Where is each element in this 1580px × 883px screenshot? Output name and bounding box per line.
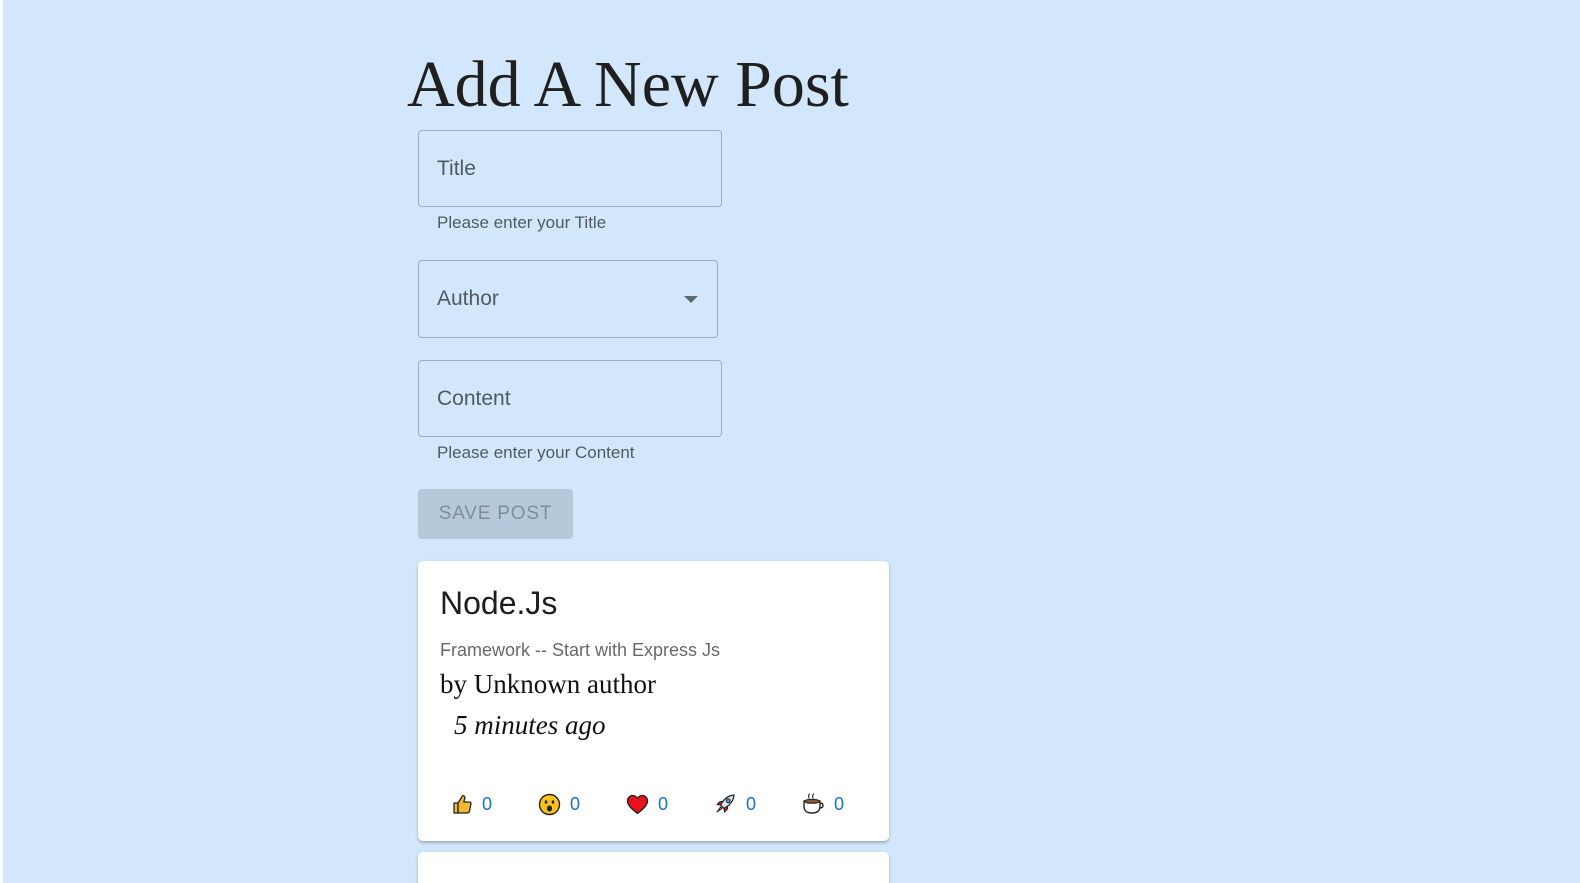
coffee-reaction-button[interactable]: 0 bbox=[801, 791, 844, 817]
thumbs-up-count: 0 bbox=[482, 793, 493, 814]
post-excerpt: Framework -- Start with Express Js bbox=[440, 640, 721, 660]
post-card bbox=[418, 852, 889, 883]
title-input[interactable]: Title bbox=[418, 130, 722, 207]
post-author: by Unknown author bbox=[440, 669, 656, 699]
rocket-reaction-button[interactable]: 0 bbox=[713, 791, 756, 817]
thumbs-up-reaction-button[interactable]: 0 bbox=[451, 791, 492, 817]
post-timestamp-text: 5 minutes ago bbox=[454, 710, 606, 740]
app-viewport: Add A New Post Title Please enter your T… bbox=[3, 0, 1580, 883]
author-select[interactable]: Author bbox=[418, 260, 718, 338]
heart-icon bbox=[626, 794, 649, 814]
heart-reaction-button[interactable]: 0 bbox=[626, 791, 668, 817]
author-select-label: Author bbox=[437, 287, 499, 310]
heart-count: 0 bbox=[658, 793, 669, 814]
dropdown-arrow-icon[interactable] bbox=[684, 296, 698, 303]
wow-icon bbox=[538, 793, 561, 815]
rocket-count: 0 bbox=[746, 793, 757, 814]
save-post-button[interactable]: SAVE POST bbox=[418, 489, 573, 539]
content-input[interactable]: Content bbox=[418, 360, 722, 437]
thumbs-up-icon bbox=[453, 795, 472, 814]
coffee-count: 0 bbox=[834, 793, 845, 814]
wow-reaction-button[interactable]: 0 bbox=[538, 791, 580, 817]
page-title: Add A New Post bbox=[407, 48, 849, 121]
title-helper-text: Please enter your Title bbox=[437, 213, 607, 232]
coffee-icon bbox=[803, 793, 824, 814]
content-input-label: Content bbox=[437, 386, 511, 410]
post-title: Node.Js bbox=[440, 585, 558, 621]
post-timestamp: 5 minutes ago bbox=[454, 710, 606, 741]
rocket-icon bbox=[716, 794, 735, 813]
wow-count: 0 bbox=[570, 793, 581, 814]
title-input-label: Title bbox=[437, 156, 476, 180]
content-helper-text: Please enter your Content bbox=[437, 443, 635, 462]
post-card: Node.Js Framework -- Start with Express … bbox=[418, 561, 889, 841]
